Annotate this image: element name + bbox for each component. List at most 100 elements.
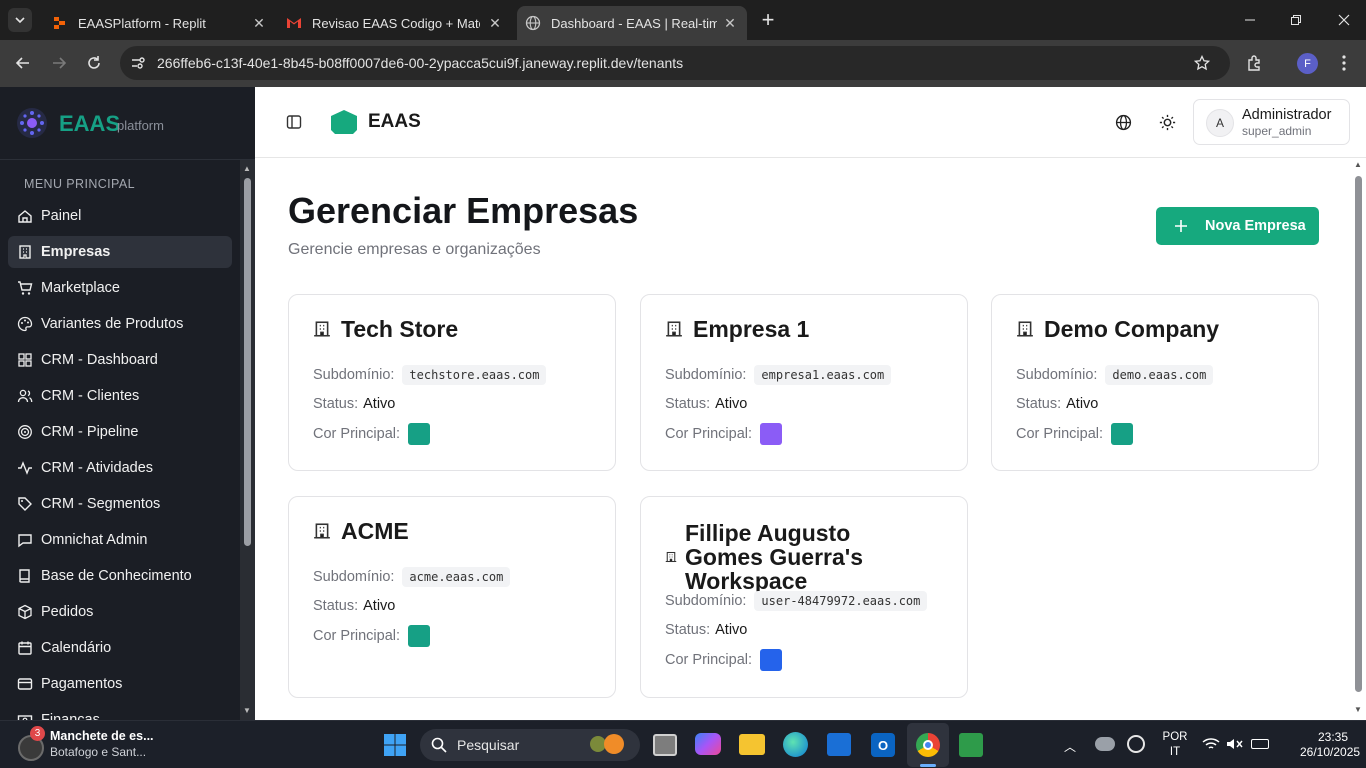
reload-button[interactable] (81, 50, 107, 76)
replit-icon (52, 15, 68, 31)
microsoft-store-icon[interactable] (827, 733, 851, 756)
minimize-button[interactable] (1230, 0, 1270, 40)
browser-menu-button[interactable] (1334, 50, 1354, 76)
page-title: Gerenciar Empresas (288, 190, 639, 231)
sidebar-scrollbar[interactable]: ▲ ▼ (240, 160, 255, 720)
building-icon (1017, 321, 1033, 337)
browser-tab-replit[interactable]: EAASPlatform - Replit ✕ (40, 6, 276, 40)
company-card[interactable]: ACME Subdomínio: acme.eaas.com Status: Ativo… (288, 496, 616, 698)
theme-sun-icon[interactable] (1157, 112, 1177, 132)
status-label: Status: (1016, 396, 1062, 412)
edge-icon[interactable] (783, 732, 808, 757)
browser-tab-dashboard[interactable]: Dashboard - EAAS | Real-time B ✕ (517, 6, 747, 40)
new-company-button[interactable]: Nova Empresa (1156, 207, 1319, 245)
subdomain-value: empresa1.eaas.com (754, 365, 892, 385)
sidebar-item-calend-rio[interactable]: Calendário (8, 632, 232, 664)
taskbar-search[interactable]: Pesquisar (420, 729, 640, 761)
company-card[interactable]: Empresa 1 Subdomínio: empresa1.eaas.com Sta… (640, 294, 968, 471)
site-info-icon[interactable] (128, 53, 148, 73)
subdomain-label: Subdomínio: (665, 593, 747, 609)
windows-start-icon[interactable] (383, 733, 407, 762)
color-label: Cor Principal: (313, 426, 401, 442)
search-placeholder: Pesquisar (457, 737, 520, 753)
sidebar-item-label: Pagamentos (41, 676, 123, 692)
forward-button[interactable] (46, 50, 72, 76)
sidebar-item-empresas[interactable]: Empresas (8, 236, 232, 268)
m365-copilot-icon[interactable] (695, 733, 721, 755)
sidebar-item-label: Marketplace (41, 280, 120, 296)
outlook-icon[interactable]: O (871, 733, 895, 757)
sidebar-item-base-de-conhecimento[interactable]: Base de Conhecimento (8, 560, 232, 592)
input-language-indicator[interactable]: POR IT (1160, 730, 1190, 760)
color-swatch (408, 625, 431, 647)
company-card[interactable]: Demo Company Subdomínio: demo.eaas.com Stat… (991, 294, 1319, 471)
scrollbar-thumb[interactable] (1355, 176, 1362, 692)
scrollbar-thumb[interactable] (244, 178, 251, 546)
url-text: 266ffeb6-c13f-40e1-8b45-b08ff0007de6-00-… (157, 55, 684, 71)
subdomain-row: Subdomínio: techstore.eaas.com (313, 365, 547, 385)
company-title: Empresa 1 (665, 317, 809, 341)
tab-search-button[interactable] (8, 8, 32, 32)
card-icon (17, 678, 33, 690)
sidebar-item-crm-clientes[interactable]: CRM - Clientes (8, 380, 232, 412)
color-label: Cor Principal: (313, 628, 401, 644)
user-menu[interactable]: A Administrador super_admin (1193, 99, 1350, 145)
onedrive-icon[interactable] (1095, 737, 1115, 751)
sidebar-brand[interactable]: EAAS platform (0, 87, 255, 160)
file-explorer-icon[interactable] (739, 734, 765, 755)
wifi-icon[interactable] (1202, 737, 1220, 756)
clock[interactable]: 23:35 26/10/2025 (1300, 730, 1360, 760)
close-tab-icon[interactable]: ✕ (486, 14, 504, 32)
task-view-icon[interactable] (653, 734, 677, 756)
new-tab-button[interactable]: + (756, 7, 780, 32)
profile-avatar[interactable]: F (1297, 53, 1318, 74)
sidebar-item-omnichat-admin[interactable]: Omnichat Admin (8, 524, 232, 556)
sync-icon[interactable] (1127, 735, 1145, 753)
subdomain-value: user-48479972.eaas.com (754, 591, 928, 611)
show-hidden-icons-icon[interactable]: ︿ (1064, 738, 1076, 755)
new-company-label: Nova Empresa (1205, 218, 1306, 234)
chrome-taskbar-button[interactable] (907, 723, 949, 767)
sidebar-item-label: Omnichat Admin (41, 532, 148, 548)
main-content: Gerenciar Empresas Gerencie empresas e o… (255, 158, 1351, 720)
sidebar-item-label: CRM - Pipeline (41, 424, 139, 440)
bookmark-star-icon[interactable] (1192, 53, 1212, 73)
news-widget[interactable]: 3 Manchete de es... Botafogo e Sant... (12, 726, 172, 763)
sidebar-item-variantes-de-produtos[interactable]: Variantes de Produtos (8, 308, 232, 340)
back-button[interactable] (10, 50, 36, 76)
battery-icon[interactable] (1251, 739, 1269, 749)
address-bar[interactable]: 266ffeb6-c13f-40e1-8b45-b08ff0007de6-00-… (120, 46, 1230, 80)
notification-badge: 3 (30, 726, 45, 741)
sidebar-item-crm-dashboard[interactable]: CRM - Dashboard (8, 344, 232, 376)
sidebar-item-crm-atividades[interactable]: CRM - Atividades (8, 452, 232, 484)
restore-button[interactable] (1276, 0, 1316, 40)
task-manager-icon[interactable] (959, 733, 983, 757)
company-card[interactable]: Fillipe Augusto Gomes Guerra's Workspace… (640, 496, 968, 698)
more-vertical-icon (1342, 55, 1346, 71)
page-scrollbar[interactable]: ▲ ▼ (1351, 158, 1366, 720)
subdomain-row: Subdomínio: empresa1.eaas.com (665, 365, 892, 385)
extensions-button[interactable] (1242, 50, 1268, 76)
volume-muted-icon[interactable] (1226, 737, 1244, 756)
sidebar-toggle-icon[interactable] (284, 112, 304, 132)
calendar-icon (18, 641, 32, 655)
color-swatch (760, 649, 783, 671)
sidebar-item-marketplace[interactable]: Marketplace (8, 272, 232, 304)
company-card[interactable]: Tech Store Subdomínio: techstore.eaas.com S… (288, 294, 616, 471)
tab-title: Revisao EAAS Codigo + Matem (312, 15, 480, 31)
sidebar-item-label: Empresas (41, 244, 111, 260)
close-window-button[interactable] (1322, 0, 1366, 40)
sidebar-item-pedidos[interactable]: Pedidos (8, 596, 232, 628)
activity-icon (18, 461, 32, 475)
close-tab-icon[interactable]: ✕ (250, 14, 268, 32)
sidebar-item-pagamentos[interactable]: Pagamentos (8, 668, 232, 700)
language-globe-icon[interactable] (1113, 112, 1133, 132)
company-title: ACME (313, 519, 409, 543)
sidebar-item-crm-pipeline[interactable]: CRM - Pipeline (8, 416, 232, 448)
tab-title: EAASPlatform - Replit (78, 15, 206, 31)
user-name: Administrador (1242, 107, 1332, 123)
browser-tab-gmail[interactable]: Revisao EAAS Codigo + Matem ✕ (276, 6, 512, 40)
sidebar-item-painel[interactable]: Painel (8, 200, 232, 232)
sidebar-item-crm-segmentos[interactable]: CRM - Segmentos (8, 488, 232, 520)
close-tab-icon[interactable]: ✕ (721, 14, 739, 32)
